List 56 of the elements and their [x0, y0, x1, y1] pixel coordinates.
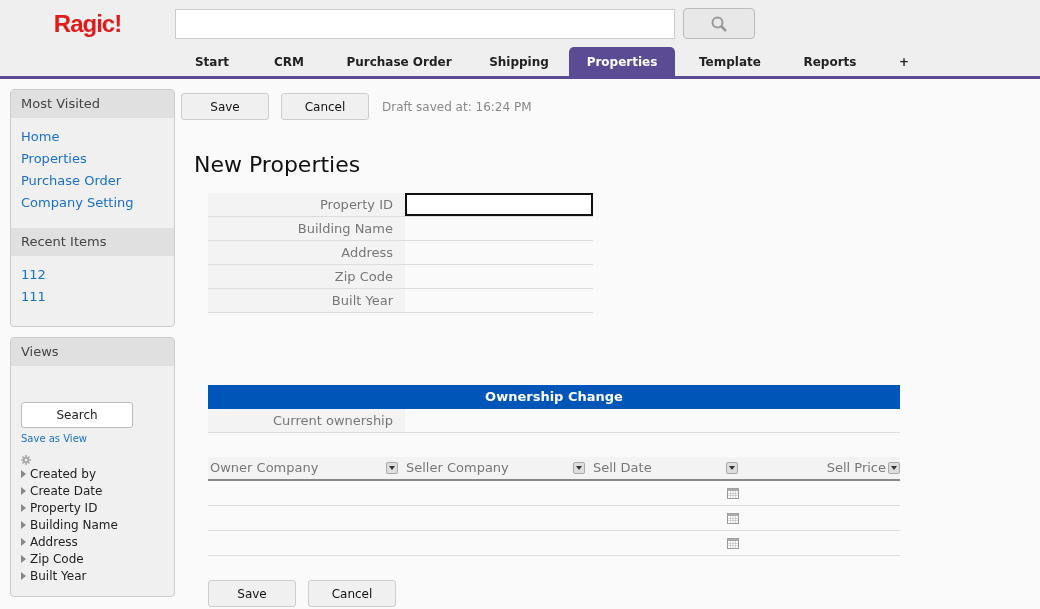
field-label: Current ownership: [208, 409, 405, 432]
form-button[interactable]: Cancel: [308, 580, 396, 607]
form-button[interactable]: Save: [208, 580, 296, 607]
nav-tab[interactable]: Start: [175, 47, 249, 76]
view-field-item[interactable]: Address: [30, 532, 78, 551]
search-icon: [711, 15, 727, 32]
section-header: Views: [11, 338, 174, 366]
column-header: Sell Date: [592, 459, 652, 478]
nav-tab[interactable]: +: [875, 47, 933, 76]
view-field-item[interactable]: Created by: [30, 464, 97, 483]
sidebar-link[interactable]: 111: [21, 286, 46, 308]
dropdown-icon[interactable]: [573, 462, 585, 474]
view-field-item[interactable]: Building Name: [30, 515, 118, 534]
gear-icon[interactable]: [21, 455, 31, 465]
sidebar-link[interactable]: Company Setting: [21, 192, 134, 214]
view-field-item[interactable]: Create Date: [30, 481, 103, 500]
search-field[interactable]: [175, 8, 675, 39]
calendar-icon[interactable]: [727, 512, 739, 524]
field-label: Zip Code: [208, 265, 405, 288]
dropdown-icon[interactable]: [386, 462, 398, 474]
nav-tab[interactable]: Purchase Order: [329, 47, 469, 76]
calendar-icon[interactable]: [727, 487, 739, 499]
field-label: Built Year: [208, 289, 405, 312]
dropdown-icon[interactable]: [888, 462, 900, 474]
section-header: Most Visited: [11, 90, 174, 118]
nav-tab[interactable]: Template: [675, 47, 785, 76]
dropdown-icon[interactable]: [726, 462, 738, 474]
column-header: Owner Company: [209, 459, 319, 478]
search-button[interactable]: Search: [21, 402, 133, 428]
nav-tab[interactable]: Reports: [785, 47, 875, 76]
section-header: Recent Items: [11, 228, 174, 256]
toolbar-button[interactable]: Save: [181, 93, 269, 120]
field-label: Building Name: [208, 217, 405, 240]
column-header: Sell Price: [826, 459, 886, 478]
calendar-icon[interactable]: [727, 537, 739, 549]
field-label: Property ID: [208, 193, 405, 216]
sidebar-link[interactable]: Purchase Order: [21, 170, 122, 192]
nav-tab[interactable]: Shipping: [469, 47, 569, 76]
sidebar-link[interactable]: 112: [21, 264, 46, 286]
draft-status: Draft saved at: 16:24 PM: [382, 98, 532, 116]
page-title: New Properties: [194, 151, 362, 179]
view-field-item[interactable]: Built Year: [30, 566, 87, 585]
nav-tab[interactable]: Properties: [569, 47, 675, 76]
view-field-item[interactable]: Property ID: [30, 498, 98, 517]
column-header: Seller Company: [405, 459, 509, 478]
field-label: Address: [208, 241, 405, 264]
logo[interactable]: Ragic!: [0, 5, 175, 42]
view-field-item[interactable]: Zip Code: [30, 549, 84, 568]
sidebar-link[interactable]: Home: [21, 126, 60, 148]
sidebar-link[interactable]: Properties: [21, 148, 87, 170]
toolbar-button[interactable]: Cancel: [281, 93, 369, 120]
field-input[interactable]: [405, 193, 593, 216]
subtable-title: Ownership Change: [208, 385, 900, 409]
search-button[interactable]: [683, 8, 755, 39]
save-view-link[interactable]: Save as View: [21, 431, 87, 446]
nav-tab[interactable]: CRM: [249, 47, 329, 76]
